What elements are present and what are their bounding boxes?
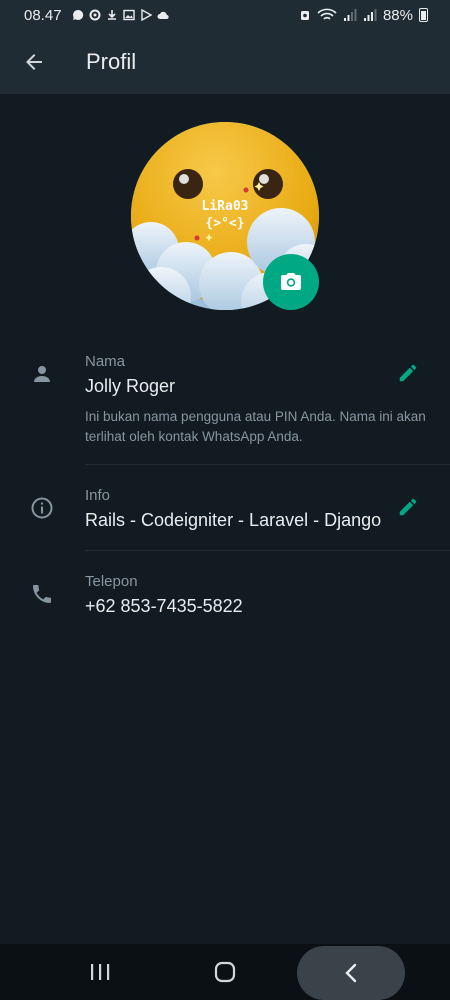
info-value: Rails - Codeigniter - Laravel - Django [85, 510, 382, 530]
signal-icon [363, 9, 377, 21]
signal-icon [343, 9, 357, 21]
info-icon [28, 494, 56, 522]
phone-label: Telepon [85, 573, 138, 590]
phone-row: Telepon +62 853-7435-5822 [0, 560, 450, 630]
status-bar: 08.47 88% [0, 0, 450, 30]
back-button[interactable] [2, 30, 66, 94]
chat-bubble-icon [72, 9, 83, 20]
home-button[interactable] [195, 944, 255, 1000]
cloud-icon [157, 11, 169, 20]
download-icon [107, 10, 116, 20]
profile-screen: 08.47 88% Profil LiRa03 {>°<} Nama Jolly… [0, 0, 450, 1000]
edit-name-button[interactable] [394, 359, 422, 387]
wifi-icon [317, 8, 337, 20]
pencil-icon [399, 364, 417, 382]
name-row[interactable]: Nama Jolly Roger Ini bukan nama pengguna… [0, 340, 450, 465]
alarm-icon [300, 11, 309, 20]
name-hint: Ini bukan nama pengguna atau PIN Anda. N… [85, 409, 426, 444]
edit-info-button[interactable] [394, 493, 422, 521]
divider [85, 464, 450, 465]
status-bar-left: 08.47 [24, 7, 169, 24]
recents-icon [91, 964, 110, 980]
phone-value: +62 853-7435-5822 [85, 596, 243, 616]
battery-percent: 88% [382, 6, 413, 24]
status-time: 08.47 [24, 6, 62, 24]
settings-icon [89, 9, 101, 21]
system-back-button[interactable] [297, 946, 405, 1000]
profile-photo[interactable]: LiRa03 {>°<} [131, 122, 319, 310]
camera-icon [281, 273, 301, 290]
system-nav-bar [0, 944, 450, 1000]
name-label: Nama [85, 353, 126, 370]
home-icon [214, 961, 236, 983]
chevron-left-icon [345, 963, 357, 983]
phone-icon [28, 580, 56, 608]
avatar-text-1: LiRa03 [202, 199, 249, 214]
arrow-left-icon [26, 54, 42, 70]
recent-apps-button[interactable] [70, 944, 130, 1000]
notification-icons [72, 9, 169, 21]
status-bar-right: 88% [299, 7, 428, 24]
avatar-text-2: {>°<} [205, 216, 244, 231]
battery-icon [419, 8, 428, 22]
name-value: Jolly Roger [85, 376, 176, 396]
app-bar: Profil [0, 30, 450, 94]
gallery-icon [122, 9, 135, 21]
pencil-icon [399, 498, 417, 516]
change-photo-button[interactable] [263, 254, 319, 310]
play-store-icon [140, 9, 152, 21]
info-label: Info [85, 487, 111, 504]
person-icon [28, 360, 56, 388]
page-title: Profil [86, 49, 137, 74]
info-row[interactable]: Info Rails - Codeigniter - Laravel - Dja… [0, 474, 450, 551]
divider [85, 550, 450, 551]
